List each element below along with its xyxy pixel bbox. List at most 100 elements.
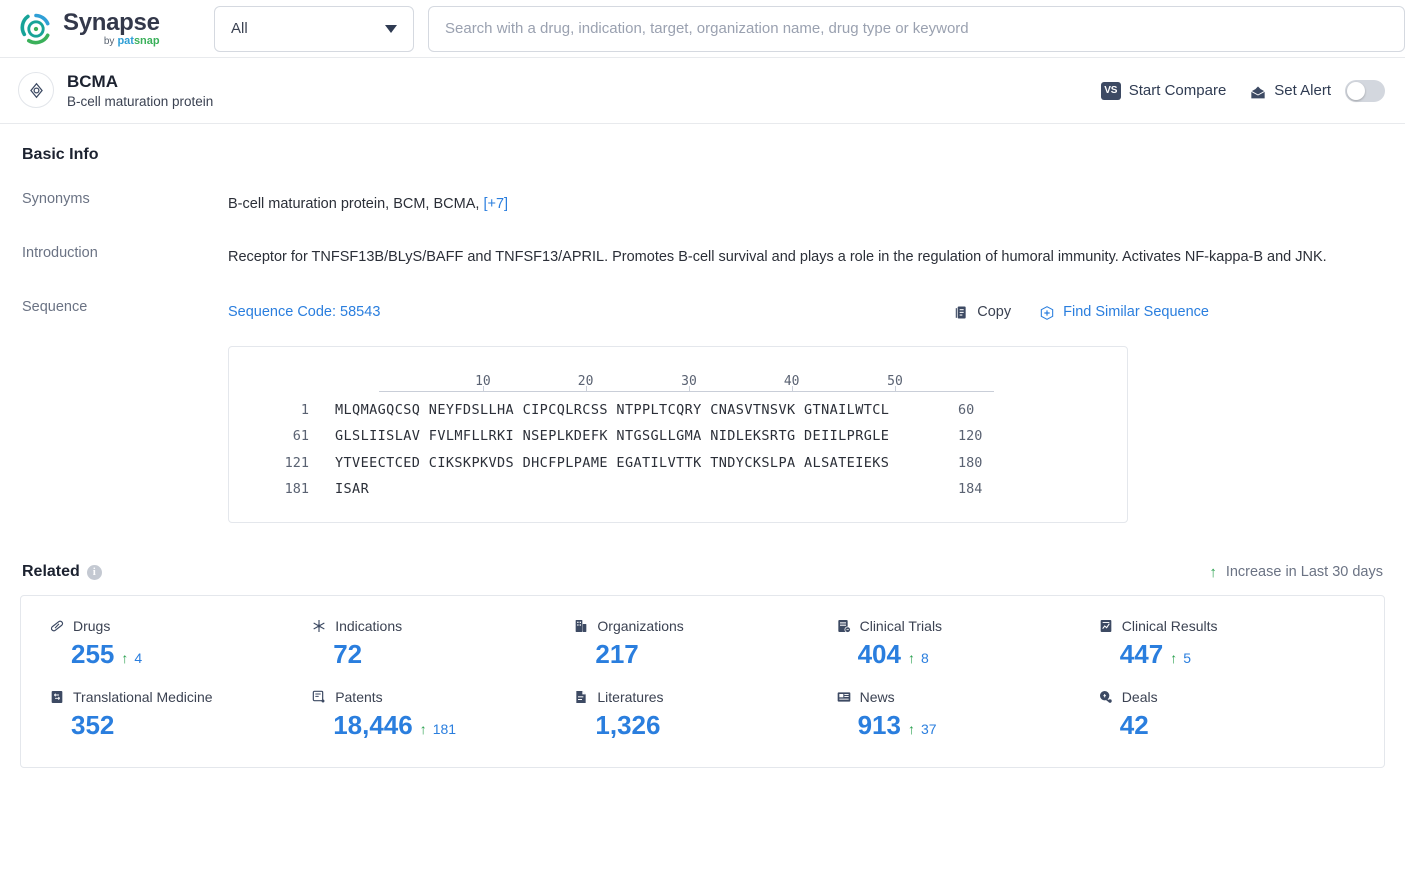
arrow-up-icon: ↑ (1170, 650, 1178, 667)
stat-delta-value: 4 (134, 650, 143, 667)
set-alert-toggle[interactable] (1345, 79, 1385, 102)
arrow-up-icon: ↑ (121, 650, 129, 667)
ruler-mark-20 (585, 386, 587, 393)
stat-label: Patents (335, 688, 383, 705)
sequence-start-index: 61 (292, 428, 309, 445)
find-similar-label: Find Similar Sequence (1063, 303, 1209, 320)
stat-delta-value: 181 (432, 720, 457, 737)
stat-delta-value: 8 (920, 650, 929, 667)
arrow-up-icon: ↑ (907, 720, 915, 737)
clinical-result-icon (1098, 618, 1114, 634)
stat-translational-medicine[interactable]: Translational Medicine 352 (47, 689, 309, 742)
sequence-line: 181 ISAR 184 (253, 476, 1103, 502)
set-alert-label: Set Alert (1274, 82, 1331, 99)
related-stats-grid: Drugs 255 ↑ 4 Indications 72 Organizatio… (47, 618, 1358, 741)
sequence-end-index: 180 (958, 454, 983, 471)
start-compare-label: Start Compare (1128, 82, 1227, 99)
info-icon[interactable]: i (86, 564, 102, 580)
ruler-mark-50 (894, 386, 896, 393)
page-content: Basic Info Synonyms B-cell maturation pr… (0, 146, 1405, 769)
stat-clinical-trials[interactable]: Clinical Trials 404 ↑ 8 (834, 618, 1096, 671)
literature-icon (573, 689, 589, 705)
introduction-label: Introduction (22, 245, 98, 262)
stat-literatures[interactable]: Literatures 1,326 (571, 689, 833, 742)
introduction-row: Introduction Receptor for TNFSF13B/BLyS/… (20, 244, 1385, 272)
page-title: BCMA (67, 71, 118, 91)
sequence-header: Sequence Code: 58543 Copy Find Similar S… (228, 298, 1385, 326)
stat-value[interactable]: 352 (71, 709, 114, 742)
clinical-trial-icon (836, 618, 852, 634)
stat-value[interactable]: 913 (858, 709, 901, 742)
related-stats-card: Drugs 255 ↑ 4 Indications 72 Organizatio… (20, 595, 1385, 769)
stat-value[interactable]: 42 (1120, 709, 1149, 742)
deals-icon (1098, 689, 1114, 705)
chevron-down-icon (385, 24, 397, 33)
stat-label: Deals (1121, 688, 1158, 705)
stat-value[interactable]: 404 (858, 638, 901, 671)
stat-value[interactable]: 255 (71, 638, 114, 671)
set-alert-button[interactable]: Set Alert (1250, 82, 1331, 99)
capsule-icon (49, 618, 65, 634)
logo-wordmark: Synapse (63, 9, 160, 36)
stat-label: Translational Medicine (73, 688, 213, 705)
stat-news[interactable]: News 913 ↑ 37 (834, 689, 1096, 742)
copy-sequence-button[interactable]: Copy (953, 298, 1011, 326)
arrow-up-icon: ↑ (419, 720, 427, 737)
entity-identity: BCMA B-cell maturation protein (18, 71, 213, 111)
stat-value[interactable]: 217 (595, 638, 638, 671)
stat-delta-value: 37 (920, 720, 937, 737)
stat-value[interactable]: 447 (1120, 638, 1163, 671)
sequence-ruler: 10 20 30 40 50 (379, 369, 994, 397)
synonyms-more-link[interactable]: [+7] (483, 196, 508, 212)
sequence-row: Sequence Sequence Code: 58543 Copy Find … (20, 298, 1385, 524)
sequence-start-index: 181 (284, 481, 309, 498)
ruler-mark-10 (482, 386, 484, 393)
stat-deals[interactable]: Deals 42 (1096, 689, 1358, 742)
stat-indications[interactable]: Indications 72 (309, 618, 571, 671)
stat-patents[interactable]: Patents 18,446 ↑ 181 (309, 689, 571, 742)
stat-organizations[interactable]: Organizations 217 (571, 618, 833, 671)
related-header: Related i ↑ Increase in Last 30 days (20, 563, 1385, 581)
sequence-line: 121 YTVEECTCED CIKSKPKVDS DHCFPLPAME EGA… (253, 450, 1103, 476)
entity-actions: VS Start Compare Set Alert (1100, 79, 1385, 102)
sequence-start-index: 1 (300, 402, 309, 419)
logo-snap: snap (133, 35, 160, 47)
synonyms-value: B-cell maturation protein, BCM, BCMA, [+… (228, 190, 1385, 218)
stat-delta: ↑ 8 (908, 650, 929, 666)
copy-icon (953, 304, 969, 320)
logo-pat: pat (117, 35, 134, 47)
start-compare-button[interactable]: VS Start Compare (1100, 81, 1227, 100)
stat-delta: ↑ 37 (908, 721, 937, 737)
stat-delta-value: 5 (1183, 650, 1191, 667)
search-category-select[interactable]: All (214, 5, 414, 52)
snowflake-icon (311, 618, 327, 634)
sequence-residues: ISAR (335, 481, 370, 498)
toggle-knob (1347, 81, 1365, 100)
introduction-value: Receptor for TNFSF13B/BLyS/BAFF and TNFS… (228, 249, 1327, 266)
sequence-code-link[interactable]: Sequence Code: 58543 (228, 298, 380, 326)
stat-value[interactable]: 1,326 (595, 709, 660, 742)
find-similar-icon (1039, 304, 1055, 320)
basic-info-heading: Basic Info (22, 146, 99, 163)
synapse-logo[interactable]: Synapse by patsnap (18, 10, 196, 47)
sequence-line: 61 GLSLIISLAV FVLMFLLRKI NSEPLKDEFK NTGS… (253, 423, 1103, 449)
sequence-label: Sequence (22, 298, 88, 315)
ruler-mark-40 (791, 386, 793, 393)
sequence-start-index: 121 (284, 454, 309, 471)
stat-value[interactable]: 18,446 (333, 709, 413, 742)
sequence-line: 1 MLQMAGQCSQ NEYFDSLLHA CIPCQLRCSS NTPPL… (253, 397, 1103, 423)
translational-icon (49, 689, 65, 705)
stat-label: Organizations (597, 618, 684, 635)
copy-label: Copy (977, 303, 1012, 320)
stat-clinical-results[interactable]: Clinical Results 447 ↑ 5 (1096, 618, 1358, 671)
sequence-tools: Copy Find Similar Sequence (953, 298, 1385, 326)
search-input-wrapper[interactable] (428, 5, 1405, 52)
search-input[interactable] (445, 20, 1388, 37)
target-icon (18, 72, 54, 109)
find-similar-sequence-button[interactable]: Find Similar Sequence (1039, 298, 1209, 326)
stat-value[interactable]: 72 (333, 638, 362, 671)
logo-by: by (103, 36, 115, 47)
stat-drugs[interactable]: Drugs 255 ↑ 4 (47, 618, 309, 671)
related-heading: Related (22, 563, 80, 581)
vs-icon: VS (1100, 81, 1121, 100)
